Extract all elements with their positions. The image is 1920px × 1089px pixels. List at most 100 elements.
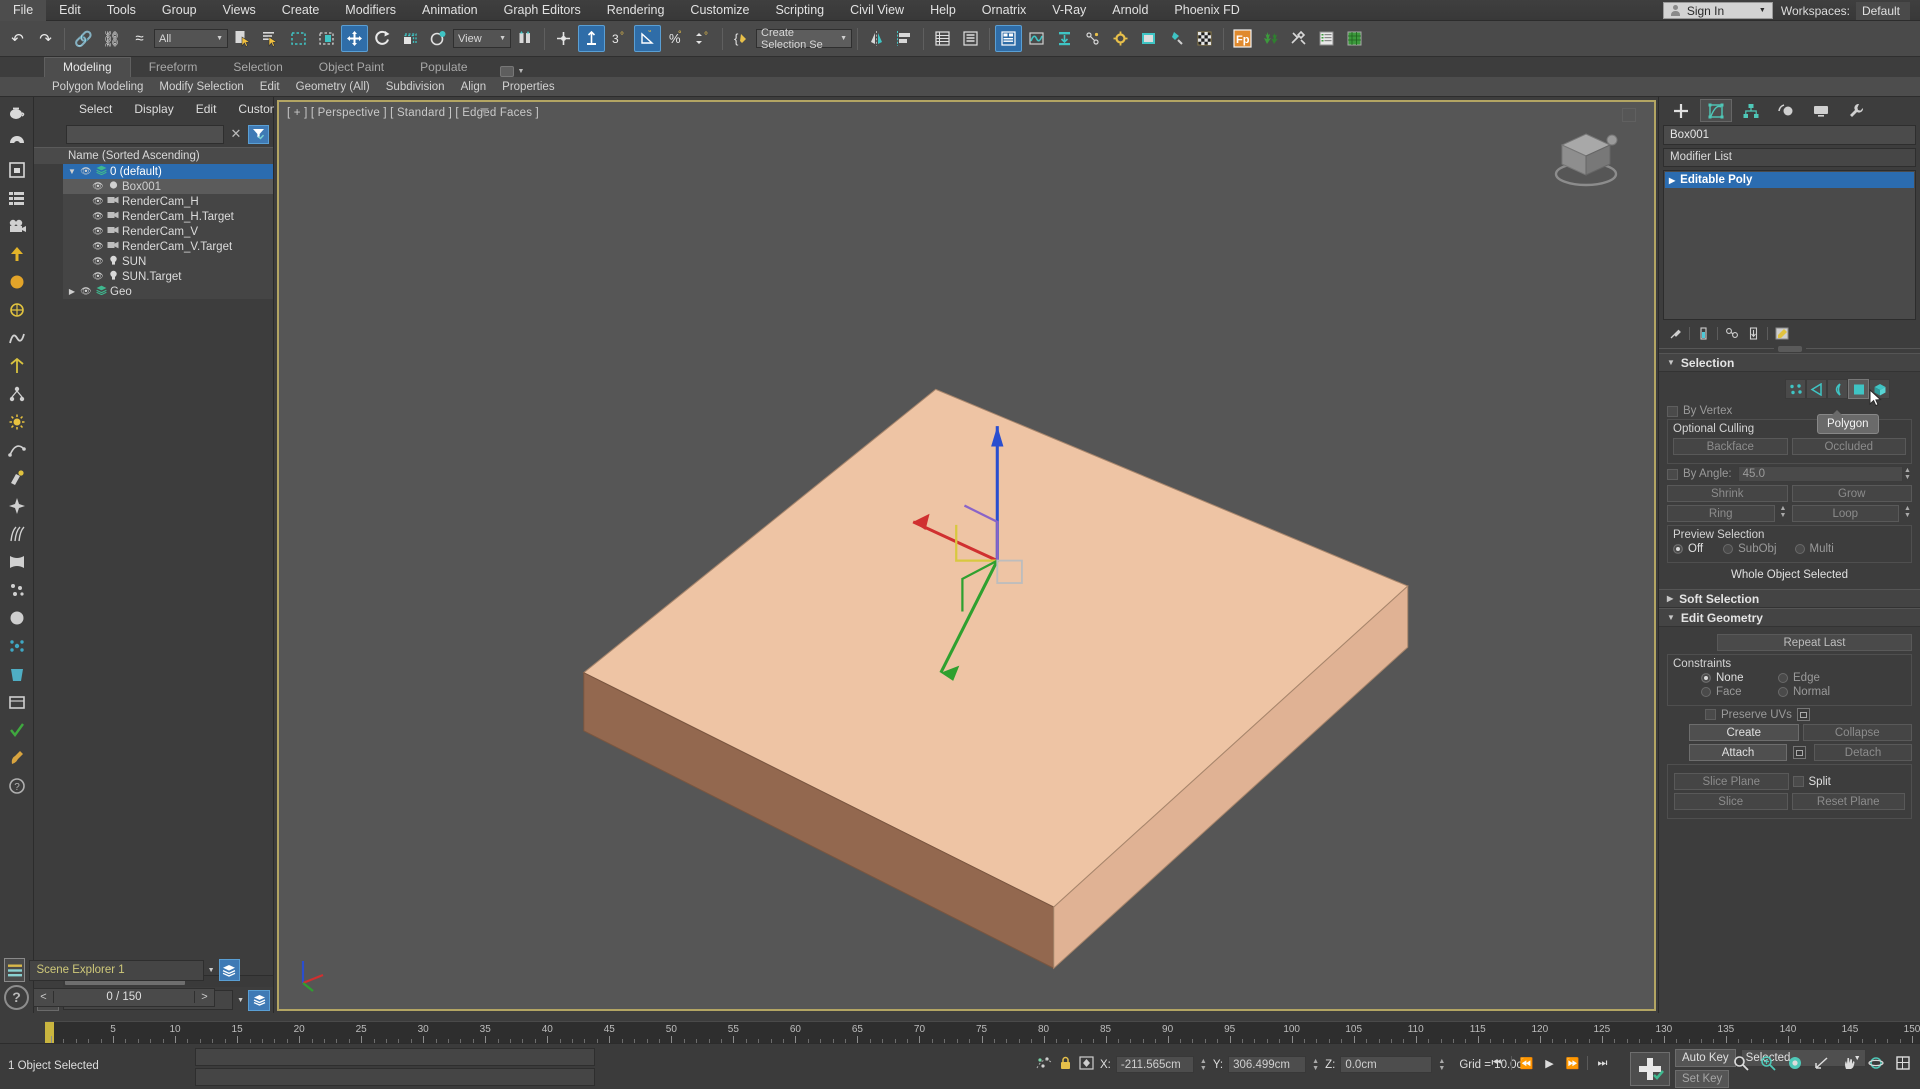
select-and-move-icon[interactable] <box>341 25 368 52</box>
isolate-selection-icon[interactable] <box>1078 1055 1095 1074</box>
absolute-relative-icon[interactable] <box>1035 1055 1053 1074</box>
angle-snap-toggle-icon[interactable]: 3 ° <box>606 25 633 52</box>
set-key-button[interactable] <box>1630 1051 1670 1086</box>
polygon-mode-button[interactable] <box>1848 379 1869 399</box>
backface-button[interactable]: Backface <box>1673 438 1788 455</box>
lock-selection-icon[interactable] <box>1058 1055 1073 1074</box>
scene-explorer-row[interactable]: 👁 RenderCam_H.Target <box>63 209 273 224</box>
snaps-toggle-icon[interactable] <box>578 25 605 52</box>
helper-icon[interactable] <box>4 297 30 323</box>
modifier-list-dropdown[interactable]: Modifier List <box>1663 148 1916 167</box>
scene-explorer-row[interactable]: 👁 RenderCam_H <box>63 194 273 209</box>
expand-triangle-icon[interactable]: ▶ <box>1669 176 1675 185</box>
menu-item-civil-view[interactable]: Civil View <box>837 0 917 21</box>
edit-named-selection-sets-icon[interactable]: { <box>728 25 755 52</box>
visibility-eye-icon[interactable]: 👁 <box>92 241 104 252</box>
help-question-icon[interactable]: ? <box>4 773 30 799</box>
scene-explorer-icon[interactable] <box>957 25 984 52</box>
expand-triangle-icon[interactable]: ▶ <box>67 287 77 296</box>
menu-item-scripting[interactable]: Scripting <box>762 0 837 21</box>
y-spinner-icon[interactable]: ▲ ▼ <box>1311 1058 1320 1072</box>
shape-icon[interactable] <box>4 325 30 351</box>
y-coordinate-field[interactable]: 306.499cm <box>1228 1056 1307 1073</box>
field-of-view-icon[interactable] <box>1811 1052 1833 1074</box>
check-icon[interactable] <box>4 717 30 743</box>
bucket-icon[interactable] <box>4 661 30 687</box>
timeline-ruler[interactable]: 5 10 15 20 25 30 35 40 45 50 55 60 65 70 75 80 85 90 95 100… <box>45 1021 1920 1043</box>
scene-explorer-row[interactable]: ▼ 👁 0 (default) <box>63 164 273 179</box>
visibility-eye-icon[interactable]: 👁 <box>80 286 92 297</box>
list-panel-icon[interactable] <box>1313 25 1340 52</box>
redo-icon[interactable]: ↷ <box>32 25 59 52</box>
camera-list-icon[interactable] <box>4 213 30 239</box>
rollout-header-soft-selection[interactable]: ▶ Soft Selection <box>1659 589 1920 608</box>
layer-explorer-icon[interactable] <box>929 25 956 52</box>
zoom-icon[interactable] <box>1730 1052 1752 1074</box>
sign-in-dropdown[interactable]: Sign In ▼ <box>1662 2 1773 19</box>
modifier-stack[interactable]: ▶ Editable Poly <box>1663 170 1916 320</box>
vertex-mode-button[interactable] <box>1785 379 1806 399</box>
se-menu-edit[interactable]: Edit <box>185 102 228 116</box>
brush-icon[interactable] <box>4 745 30 771</box>
constraint-none-radio[interactable] <box>1701 673 1711 683</box>
menu-item-phoenix-fd[interactable]: Phoenix FD <box>1161 0 1252 21</box>
particles-icon[interactable] <box>4 577 30 603</box>
max-teapot-icon[interactable] <box>4 101 30 127</box>
grip-nub[interactable] <box>1777 345 1802 352</box>
help-question-icon[interactable]: ? <box>4 984 29 1010</box>
curve-editor-icon[interactable] <box>1023 25 1050 52</box>
menu-item-help[interactable]: Help <box>917 0 969 21</box>
menu-item-create[interactable]: Create <box>269 0 333 21</box>
prev-frame-button[interactable]: < <box>34 991 54 1003</box>
reference-coordinate-combo[interactable]: View ▼ <box>453 29 511 48</box>
paint-icon[interactable] <box>4 465 30 491</box>
scene-explorer-panel-icon[interactable] <box>4 157 30 183</box>
create-tab[interactable] <box>1665 99 1697 122</box>
x-coordinate-field[interactable]: -211.565cm <box>1115 1056 1194 1073</box>
render-setup-icon[interactable] <box>1107 25 1134 52</box>
select-link-icon[interactable]: 🔗 <box>70 25 97 52</box>
remove-modifier-icon[interactable] <box>1745 325 1762 342</box>
utilities-tab[interactable] <box>1840 99 1872 122</box>
by-angle-value[interactable]: 45.0 <box>1737 466 1903 482</box>
spinner-snap-toggle-icon[interactable]: ° <box>690 25 717 52</box>
preserve-uvs-checkbox[interactable] <box>1705 709 1716 720</box>
modifier-stack-item-editable-poly[interactable]: ▶ Editable Poly <box>1665 172 1914 188</box>
panel-resize-grip[interactable] <box>1659 344 1920 353</box>
ring-spinner-icon[interactable]: ▲ ▼ <box>1779 505 1788 522</box>
menu-item-modifiers[interactable]: Modifiers <box>332 0 409 21</box>
zoom-all-icon[interactable] <box>1757 1052 1779 1074</box>
scene-explorer-row[interactable]: 👁 SUN <box>63 254 273 269</box>
pin-stack-icon[interactable] <box>1667 325 1684 342</box>
visibility-eye-icon[interactable]: 👁 <box>92 211 104 222</box>
scale-gizmo-icon[interactable] <box>4 353 30 379</box>
ribbon-subtab-properties[interactable]: Properties <box>494 81 562 93</box>
visibility-eye-icon[interactable]: 👁 <box>92 196 104 207</box>
display-tab[interactable] <box>1805 99 1837 122</box>
align-icon[interactable] <box>891 25 918 52</box>
perspective-viewport[interactable]: [ + ] [ Perspective ] [ Standard ] [ Edg… <box>277 100 1656 1011</box>
modify-tab[interactable] <box>1700 99 1732 122</box>
menu-item-views[interactable]: Views <box>210 0 269 21</box>
se-menu-display[interactable]: Display <box>123 102 184 116</box>
chevron-down-icon[interactable]: ▼ <box>208 967 215 974</box>
scene-explorer-combo[interactable]: Scene Explorer 1 <box>29 959 204 981</box>
by-angle-checkbox[interactable] <box>1667 468 1678 480</box>
ribbon-tab-selection[interactable]: Selection <box>215 58 300 77</box>
render-production-icon[interactable] <box>1163 25 1190 52</box>
prev-frame-icon[interactable]: ⏪ <box>1515 1052 1538 1074</box>
angle-snap-icon[interactable]: ° <box>634 25 661 52</box>
split-checkbox[interactable] <box>1792 776 1804 787</box>
scene-explorer-row[interactable]: 👁 Box001 <box>63 179 273 194</box>
rectangular-region-icon[interactable] <box>285 25 312 52</box>
ribbon-subtab-polygon-modeling[interactable]: Polygon Modeling <box>44 81 151 93</box>
ribbon-toggle-icon[interactable] <box>995 25 1022 52</box>
repeat-last-button[interactable]: Repeat Last <box>1717 634 1912 651</box>
spline-icon[interactable] <box>4 437 30 463</box>
scene-explorer-row[interactable]: 👁 RenderCam_V <box>63 224 273 239</box>
preserve-uvs-settings-icon[interactable] <box>1796 708 1810 721</box>
menu-item-edit[interactable]: Edit <box>46 0 94 21</box>
slice-button[interactable]: Slice <box>1674 793 1788 810</box>
border-mode-button[interactable] <box>1827 379 1848 399</box>
attach-settings-icon[interactable] <box>1793 746 1806 759</box>
